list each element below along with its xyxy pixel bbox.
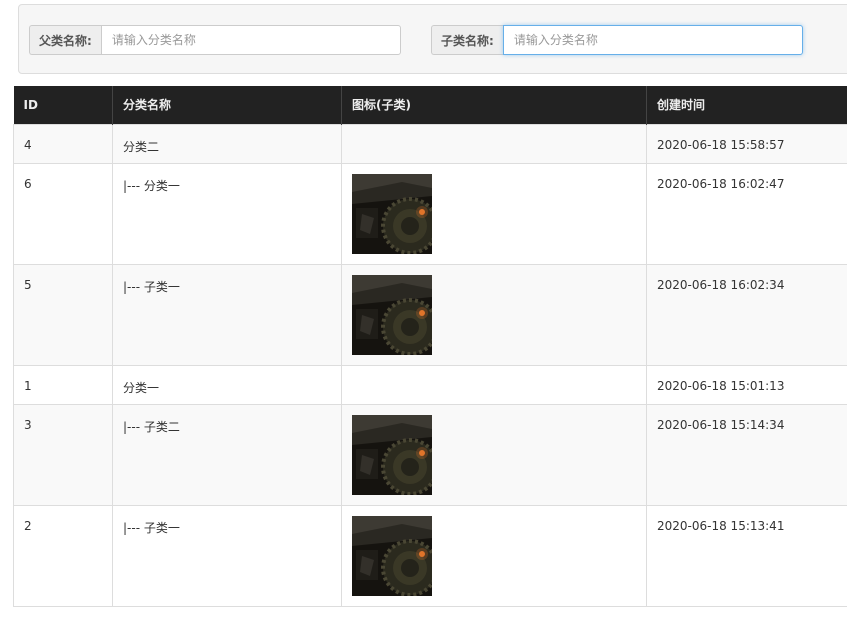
cell-icon: [341, 263, 647, 366]
cell-id: 6: [13, 162, 113, 265]
cell-name: 分类一: [112, 364, 342, 405]
table-header-row: ID 分类名称 图标(子类) 创建时间: [13, 86, 847, 124]
row-category-name: 分类二: [123, 139, 160, 154]
cell-name: 分类二: [112, 123, 342, 164]
category-icon-image[interactable]: [352, 414, 432, 495]
cell-id: 5: [13, 263, 113, 366]
row-created-time: 2020-06-18 15:13:41: [657, 518, 785, 533]
cell-created: 2020-06-18 16:02:47: [646, 162, 847, 265]
category-icon-image[interactable]: [352, 274, 432, 355]
cell-name: |--- 子类一: [112, 504, 342, 607]
row-id: 1: [24, 378, 32, 393]
cell-created: 2020-06-18 15:58:57: [646, 123, 847, 164]
cell-id: 1: [13, 364, 113, 405]
table-row: 5 |--- 子类一 2020-06-18 16:02:34: [13, 263, 847, 366]
cell-created: 2020-06-18 16:02:34: [646, 263, 847, 366]
table-row: 3 |--- 子类二 2020-06-18 15:14:34: [13, 403, 847, 506]
row-category-name: |--- 分类一: [123, 178, 180, 193]
row-id: 3: [24, 417, 32, 432]
table-row: 2 |--- 子类一 2020-06-18 15:13:41: [13, 504, 847, 607]
table-body: 4 分类二 2020-06-18 15:58:57 6 |--- 分类一 2020-06-…: [13, 123, 847, 607]
column-header-name[interactable]: 分类名称: [112, 86, 342, 124]
parent-name-input[interactable]: [100, 25, 401, 55]
cell-icon: [341, 162, 647, 265]
cell-created: 2020-06-18 15:01:13: [646, 364, 847, 405]
cell-created: 2020-06-18 15:14:34: [646, 403, 847, 506]
column-header-id[interactable]: ID: [13, 86, 113, 124]
table-row: 4 分类二 2020-06-18 15:58:57: [13, 123, 847, 164]
row-category-name: |--- 子类二: [123, 419, 180, 434]
cell-icon: [341, 504, 647, 607]
child-name-field: 子类名称:: [431, 25, 803, 55]
column-header-icon[interactable]: 图标(子类): [341, 86, 647, 124]
row-created-time: 2020-06-18 16:02:47: [657, 176, 785, 191]
cell-name: |--- 分类一: [112, 162, 342, 265]
table-row: 6 |--- 分类一 2020-06-18 16:02:47: [13, 162, 847, 265]
row-created-time: 2020-06-18 15:01:13: [657, 378, 785, 393]
category-icon-image[interactable]: [352, 515, 432, 596]
row-id: 2: [24, 518, 32, 533]
row-id: 5: [24, 277, 32, 292]
cell-icon: [341, 403, 647, 506]
cell-id: 2: [13, 504, 113, 607]
row-created-time: 2020-06-18 16:02:34: [657, 277, 785, 292]
column-header-created[interactable]: 创建时间: [646, 86, 847, 124]
row-category-name: |--- 子类一: [123, 520, 180, 535]
row-created-time: 2020-06-18 15:58:57: [657, 137, 785, 152]
row-category-name: |--- 子类一: [123, 279, 180, 294]
cell-name: |--- 子类一: [112, 263, 342, 366]
row-created-time: 2020-06-18 15:14:34: [657, 417, 785, 432]
page: 父类名称: 子类名称: ID 分类名称 图标(子类) 创建时间 4 分类二 2020…: [0, 0, 847, 617]
category-icon-image[interactable]: [352, 173, 432, 254]
search-panel: 父类名称: 子类名称:: [18, 4, 847, 74]
cell-created: 2020-06-18 15:13:41: [646, 504, 847, 607]
row-id: 4: [24, 137, 32, 152]
cell-icon: [341, 123, 647, 164]
row-id: 6: [24, 176, 32, 191]
parent-name-label: 父类名称:: [29, 25, 101, 55]
cell-id: 4: [13, 123, 113, 164]
child-name-label: 子类名称:: [431, 25, 503, 55]
table-row: 1 分类一 2020-06-18 15:01:13: [13, 364, 847, 405]
cell-id: 3: [13, 403, 113, 506]
cell-name: |--- 子类二: [112, 403, 342, 506]
category-table: ID 分类名称 图标(子类) 创建时间 4 分类二 2020-06-18 15:58…: [13, 86, 847, 607]
parent-name-field: 父类名称:: [29, 25, 401, 55]
child-name-input[interactable]: [502, 25, 803, 55]
cell-icon: [341, 364, 647, 405]
row-category-name: 分类一: [123, 380, 160, 395]
